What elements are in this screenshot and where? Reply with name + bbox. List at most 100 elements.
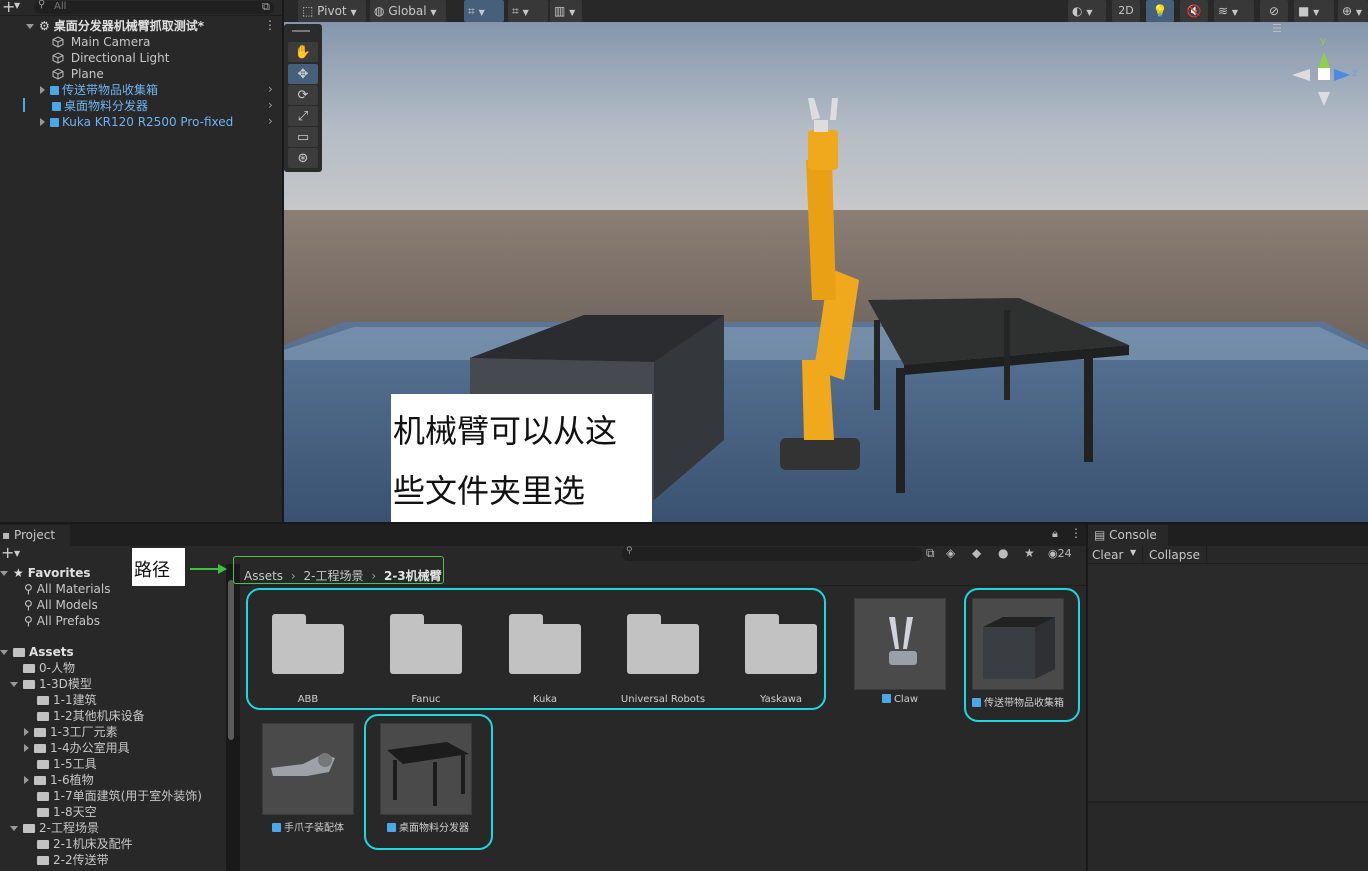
tree-folder-label: 1-7单面建筑(用于室外装饰) (53, 789, 202, 803)
favorite-all-prefabs[interactable]: ⚲ All Prefabs (24, 613, 100, 629)
folder-icon (23, 680, 35, 689)
expand-arrow-icon[interactable] (24, 776, 29, 784)
chevron-right-icon[interactable]: › (268, 82, 273, 96)
tree-folder-item[interactable]: 1-6植物 (24, 772, 94, 788)
lock-search-icon[interactable]: ⧉ (262, 0, 270, 14)
expand-arrow-icon[interactable] (40, 118, 45, 126)
gizmo-center-cube[interactable] (1318, 68, 1330, 80)
prefab-cube-icon (272, 823, 281, 832)
expand-arrow-icon[interactable] (24, 728, 29, 736)
hierarchy-item-collection-box[interactable]: 传送带物品收集箱 (40, 82, 158, 98)
hidden-packages-toggle[interactable]: ◉24 (1048, 547, 1072, 560)
tree-folder-item[interactable]: 1-7单面建筑(用于室外装饰) (24, 788, 202, 804)
tree-folder-item[interactable]: 1-2其他机床设备 (24, 708, 145, 724)
claw-preview-icon (889, 617, 917, 665)
expand-arrow-icon[interactable] (0, 571, 8, 576)
hierarchy-item-directional-light[interactable]: Directional Light (52, 50, 170, 66)
expand-arrow-icon[interactable] (0, 650, 8, 655)
filter-by-type-icon[interactable]: ◈ (946, 546, 955, 560)
project-search-input[interactable]: ⚲ (622, 546, 922, 561)
expand-arrow-icon[interactable] (10, 826, 18, 831)
scene-menu-icon[interactable]: ⋮ (264, 18, 276, 32)
create-add-icon[interactable]: + (1, 543, 14, 562)
tree-folder-item[interactable]: 1-5工具 (24, 756, 97, 772)
clear-options-dropdown[interactable]: ▼ (1130, 548, 1136, 557)
hierarchy-item-material-dispenser[interactable]: 桌面物料分发器 (52, 98, 148, 114)
transform-tool-button[interactable]: ⊛ (288, 148, 318, 168)
tree-folder-item[interactable]: 1-4办公室用具 (24, 740, 130, 756)
tree-folder-item[interactable]: 1-1建筑 (24, 692, 97, 708)
favorite-all-materials[interactable]: ⚲ All Materials (24, 581, 111, 597)
selection-indicator (23, 98, 25, 112)
folder-icon (745, 614, 817, 674)
tree-folder-item[interactable]: 2-工程场景 (10, 820, 99, 836)
move-tool-button[interactable]: ✥ (288, 64, 318, 84)
tree-scrollbar[interactable] (228, 580, 234, 740)
path-arrow-head (218, 564, 227, 574)
filter-by-label-icon[interactable]: ◆ (972, 546, 981, 560)
lock-icon[interactable]: 🔒︎ (1052, 527, 1058, 541)
y-axis-cone[interactable] (1318, 52, 1330, 68)
global-dropdown[interactable]: ◍ Global ▼ (370, 0, 446, 22)
rotate-tool-button[interactable]: ⟳ (288, 85, 318, 105)
assets-root[interactable]: Assets (0, 644, 74, 660)
scene-root[interactable]: ⚙ 桌面分发器机械臂抓取测试* (26, 18, 204, 34)
shading-mode-button[interactable]: ◐ ▼ (1068, 0, 1106, 22)
audio-toggle-button[interactable]: 🔇 (1180, 0, 1208, 22)
console-tab[interactable]: ▤ Console (1088, 525, 1168, 546)
search-by-type-icon[interactable]: ⧉ (926, 546, 935, 561)
chevron-right-icon[interactable]: › (268, 114, 273, 128)
expand-arrow-icon[interactable] (24, 744, 29, 752)
gameobject-cube-icon (52, 52, 64, 64)
lighting-toggle-button[interactable]: 💡 (1146, 0, 1174, 22)
dropdown-arrow-icon[interactable]: ▼ (14, 1, 20, 10)
favorite-star-icon[interactable]: ★ (1024, 546, 1035, 560)
expand-arrow-icon[interactable] (10, 682, 18, 687)
camera-settings-button[interactable]: ■ ▼ (1294, 0, 1334, 22)
pivot-dropdown[interactable]: ⬚ Pivot ▼ (298, 0, 366, 22)
increment-snap-button[interactable]: ⌗ ▼ (508, 0, 548, 22)
z-axis-cone[interactable] (1334, 69, 1350, 81)
favorite-all-models[interactable]: ⚲ All Models (24, 597, 98, 613)
hierarchy-item-plane[interactable]: Plane (52, 66, 104, 82)
tree-folder-item[interactable]: 0-人物 (10, 660, 75, 676)
tree-folder-item[interactable]: 1-3工厂元素 (24, 724, 118, 740)
filter-log-icon[interactable]: ● (998, 546, 1008, 560)
hierarchy-item-kuka-robot[interactable]: Kuka KR120 R2500 Pro-fixed (40, 114, 233, 130)
tree-folder-label: 0-人物 (39, 661, 75, 675)
expand-arrow-icon[interactable] (40, 86, 45, 94)
palette-grip[interactable] (292, 30, 310, 32)
gizmos-button[interactable]: ⊕ ▼ (1338, 0, 1368, 22)
panel-menu-icon[interactable]: ⋮ (1070, 526, 1082, 540)
folder-icon (37, 792, 49, 801)
hand-tool-button[interactable]: ✋ (288, 42, 318, 62)
path-arrow-line (190, 568, 220, 570)
folder-icon (390, 614, 462, 674)
console-log-area[interactable] (1088, 566, 1368, 801)
tree-folder-item[interactable]: 2-1机床及配件 (24, 836, 133, 852)
grid-snap-button[interactable]: ⌗ ▼ (464, 0, 504, 22)
tree-folder-item[interactable]: 2-2传送带 (24, 852, 109, 868)
2d-toggle-button[interactable]: 2D (1112, 0, 1140, 22)
search-icon: ⚲ (626, 546, 633, 556)
visibility-toggle-button[interactable]: ⊘ (1260, 0, 1288, 22)
neg-y-axis-cone[interactable] (1318, 92, 1330, 106)
hierarchy-item-main-camera[interactable]: Main Camera (52, 34, 150, 50)
favorites-header[interactable]: ★ Favorites (0, 565, 90, 581)
effects-button[interactable]: ≋ ▼ (1214, 0, 1254, 22)
x-axis-cone[interactable] (1292, 69, 1310, 81)
tree-folder-item[interactable]: 1-3D模型 (10, 676, 92, 692)
tree-folder-item[interactable]: 1-8天空 (24, 804, 97, 820)
rect-tool-button[interactable]: ▭ (288, 127, 318, 147)
clear-button[interactable]: Clear (1092, 547, 1123, 563)
scene-gizmo[interactable]: y z (1288, 36, 1364, 106)
scale-tool-button[interactable]: ⤢ (288, 106, 318, 126)
ruler-button[interactable]: ▥ ▼ (550, 0, 582, 22)
chevron-right-icon[interactable]: › (268, 98, 273, 112)
console-detail-divider[interactable] (1088, 801, 1368, 803)
collapse-button[interactable]: Collapse (1142, 546, 1207, 564)
menu-icon[interactable]: ☰ (1272, 22, 1282, 35)
expand-arrow-icon[interactable] (26, 24, 34, 29)
hierarchy-search-input[interactable]: ⚲ All (34, 0, 274, 14)
dropdown-arrow-icon[interactable]: ▼ (14, 549, 20, 558)
